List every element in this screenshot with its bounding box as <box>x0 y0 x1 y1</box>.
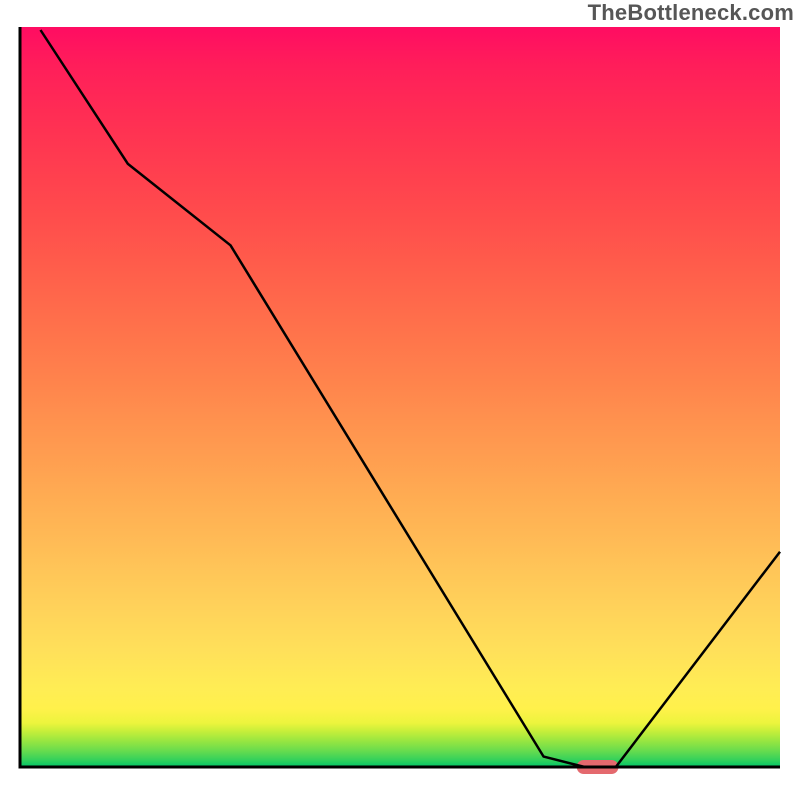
chart-background <box>20 27 780 767</box>
bottleneck-chart <box>0 0 800 800</box>
attribution-label: TheBottleneck.com <box>588 0 794 26</box>
